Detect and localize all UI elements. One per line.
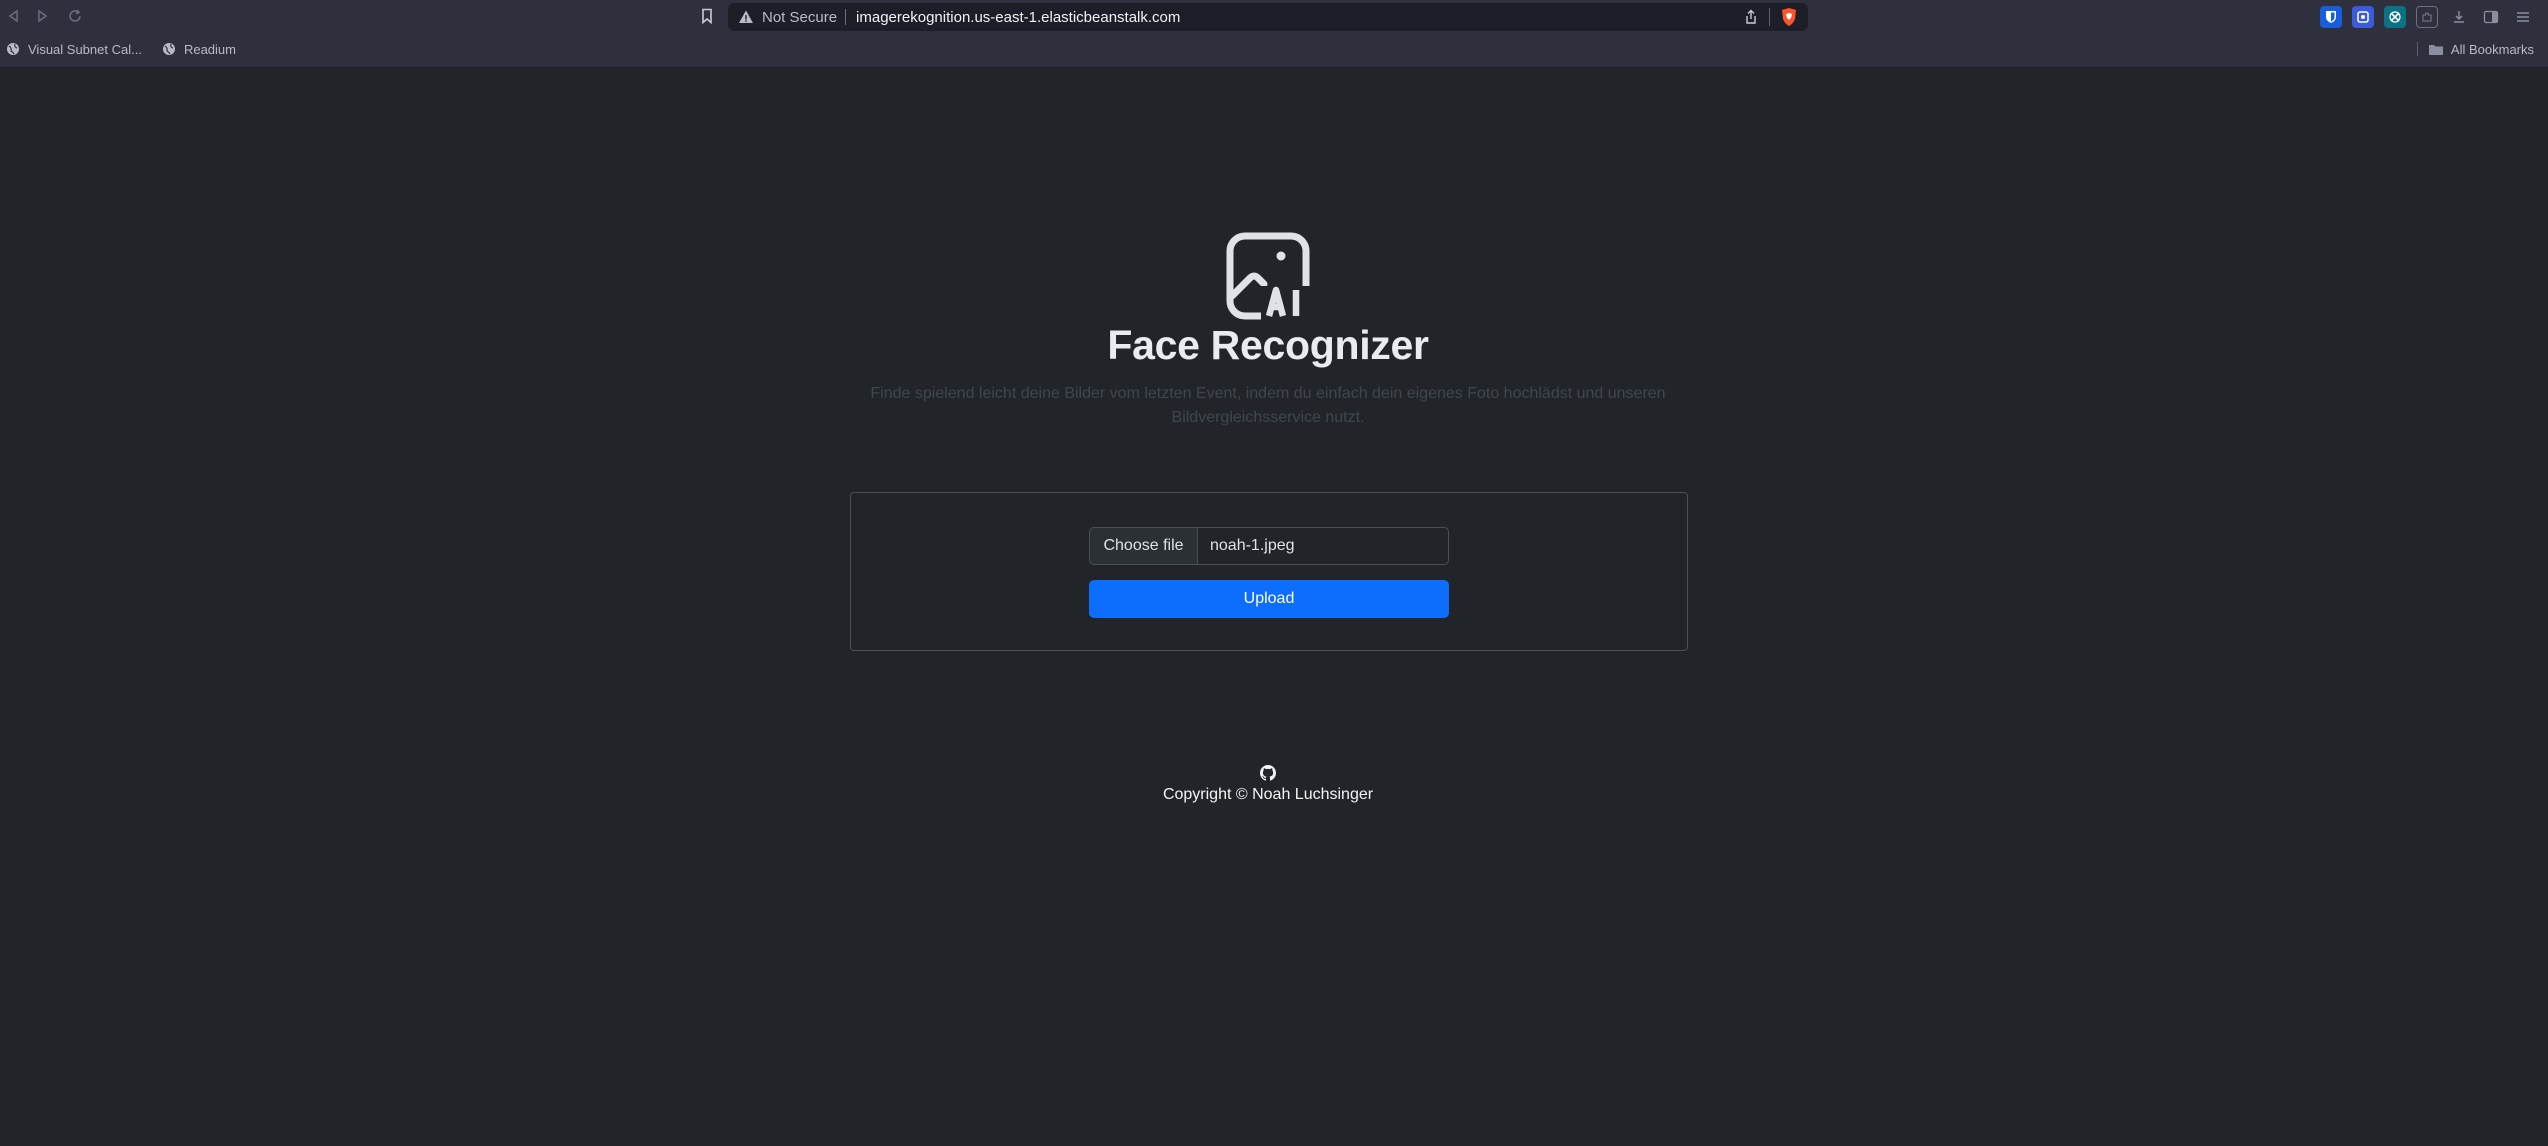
selected-file-name: noah-1.jpeg	[1210, 537, 1295, 554]
download-icon[interactable]	[2448, 6, 2470, 28]
copyright-text: Copyright © Noah Luchsinger	[1162, 786, 1374, 803]
extension-icon[interactable]	[2384, 6, 2406, 28]
bookmark-item[interactable]: Readium	[162, 42, 236, 57]
bitwarden-icon[interactable]	[2320, 6, 2342, 28]
bookmark-label: Readium	[183, 41, 236, 57]
warning-icon	[739, 10, 753, 23]
globe-icon	[7, 43, 19, 55]
puzzle-icon[interactable]	[2416, 6, 2438, 28]
security-label[interactable]: Not Secure	[762, 9, 837, 26]
github-icon[interactable]	[1260, 765, 1276, 781]
all-bookmarks-button[interactable]: All Bookmarks	[2416, 38, 2534, 60]
bookmark-label: Visual Subnet Cal...	[28, 41, 142, 57]
sidebar-icon[interactable]	[2480, 6, 2502, 28]
bookmark-page-button[interactable]	[696, 4, 718, 28]
brave-shields-icon[interactable]	[1780, 7, 1798, 27]
bookmark-icon	[702, 8, 712, 24]
image-ai-icon	[1226, 232, 1310, 320]
reload-icon	[69, 9, 81, 22]
forward-button[interactable]	[32, 5, 54, 27]
file-input[interactable]: Choose file noah-1.jpeg	[1089, 527, 1449, 565]
globe-icon	[162, 43, 175, 55]
reload-button[interactable]	[64, 5, 86, 27]
bookmark-item[interactable]: Visual Subnet Cal...	[6, 42, 142, 57]
extension-icon[interactable]	[2352, 6, 2374, 28]
folder-icon	[2428, 44, 2443, 55]
upload-card: Choose file noah-1.jpeg Upload	[850, 492, 1688, 651]
page-description: Finde spielend leicht deine Bilder vom l…	[870, 385, 1666, 426]
browser-chrome: Not Secure imagerekognition.us-east-1.el…	[0, 0, 2548, 68]
menu-icon[interactable]	[2512, 6, 2534, 28]
url-text[interactable]: imagerekognition.us-east-1.elasticbeanst…	[856, 9, 1180, 26]
all-bookmarks-label: All Bookmarks	[2450, 41, 2534, 57]
share-icon[interactable]	[1743, 9, 1759, 25]
back-button[interactable]	[2, 5, 24, 27]
choose-file-button[interactable]: Choose file	[1090, 528, 1198, 564]
extensions-toolbar	[2320, 5, 2534, 29]
address-bar[interactable]: Not Secure imagerekognition.us-east-1.el…	[728, 3, 1808, 31]
upload-button[interactable]: Upload	[1089, 580, 1449, 618]
bookmarks-bar: Visual Subnet Cal... Readium All Bookmar…	[0, 38, 2548, 60]
address-divider	[845, 9, 847, 25]
forward-arrow-icon	[38, 9, 48, 23]
page-title: Face Recognizer	[1107, 322, 1429, 368]
back-arrow-icon	[8, 9, 18, 23]
